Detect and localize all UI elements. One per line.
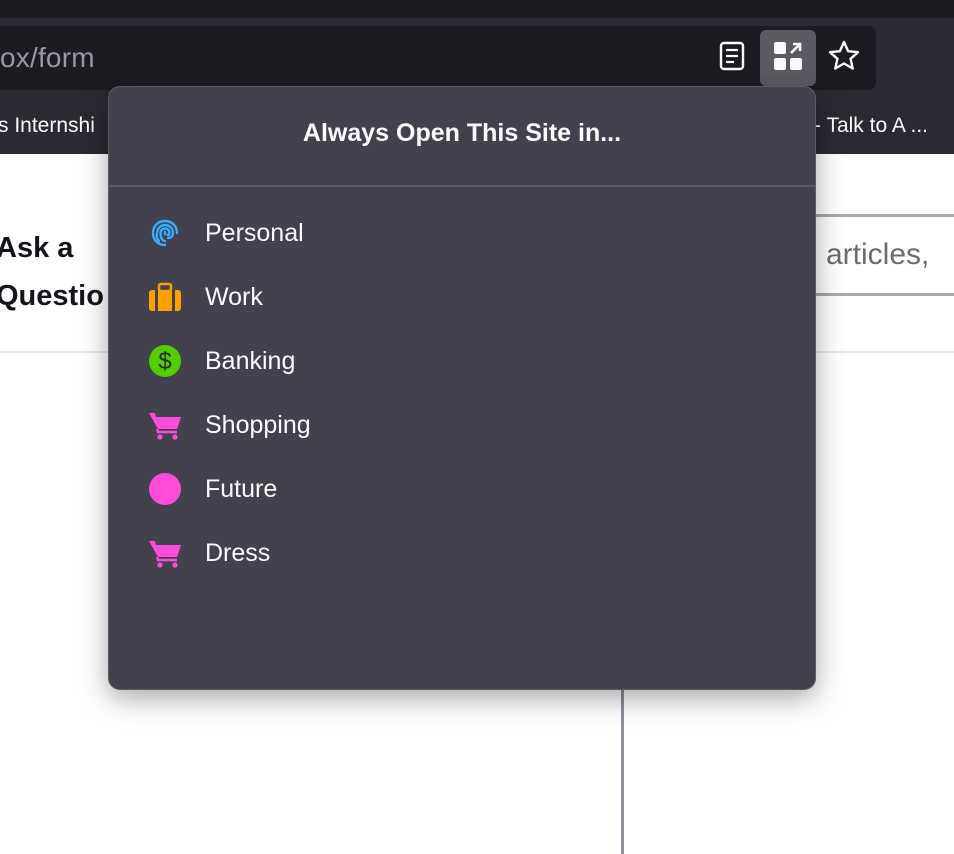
briefcase-icon <box>147 279 183 315</box>
container-item-shopping[interactable]: Shopping <box>109 393 815 457</box>
dollar-icon: $ <box>147 343 183 379</box>
page-title-line: Ask a <box>0 232 74 264</box>
circle-icon <box>147 471 183 507</box>
container-item-work[interactable]: Work <box>109 265 815 329</box>
containers-icon <box>773 41 803 76</box>
containers-button[interactable] <box>760 30 816 86</box>
container-label: Banking <box>205 346 296 375</box>
container-item-personal[interactable]: Personal <box>109 201 815 265</box>
bookmark-item[interactable]: s Internshi <box>0 114 95 138</box>
popup-separator <box>109 185 815 187</box>
container-item-dress[interactable]: Dress <box>109 521 815 585</box>
tab-strip <box>0 0 954 18</box>
fingerprint-icon <box>147 215 183 251</box>
container-list: Personal Work $ Banking Shopping Future … <box>109 201 815 585</box>
star-icon <box>827 39 861 78</box>
container-label: Shopping <box>205 410 311 439</box>
reader-view-icon <box>718 41 746 76</box>
container-label: Future <box>205 474 278 503</box>
page-title-line: Questio <box>0 280 104 312</box>
container-item-banking[interactable]: $ Banking <box>109 329 815 393</box>
reader-view-button[interactable] <box>704 30 760 86</box>
popup-title: Always Open This Site in... <box>302 119 622 147</box>
bookmark-star-button[interactable] <box>816 30 872 86</box>
container-item-future[interactable]: Future <box>109 457 815 521</box>
bookmark-item[interactable]: - Talk to A ... <box>814 114 928 138</box>
svg-text:$: $ <box>158 348 171 375</box>
container-label: Work <box>205 282 263 311</box>
cart-icon <box>147 407 183 443</box>
url-text[interactable]: ox/form <box>0 42 95 74</box>
always-open-in-container-popup: Always Open This Site in... Personal Wor… <box>108 86 816 690</box>
vertical-rule <box>621 686 624 854</box>
cart-icon <box>147 535 183 571</box>
page-title: Ask a Questio <box>0 224 104 320</box>
search-placeholder: articles, <box>826 238 930 271</box>
container-label: Personal <box>205 218 304 247</box>
container-label: Dress <box>205 538 271 567</box>
